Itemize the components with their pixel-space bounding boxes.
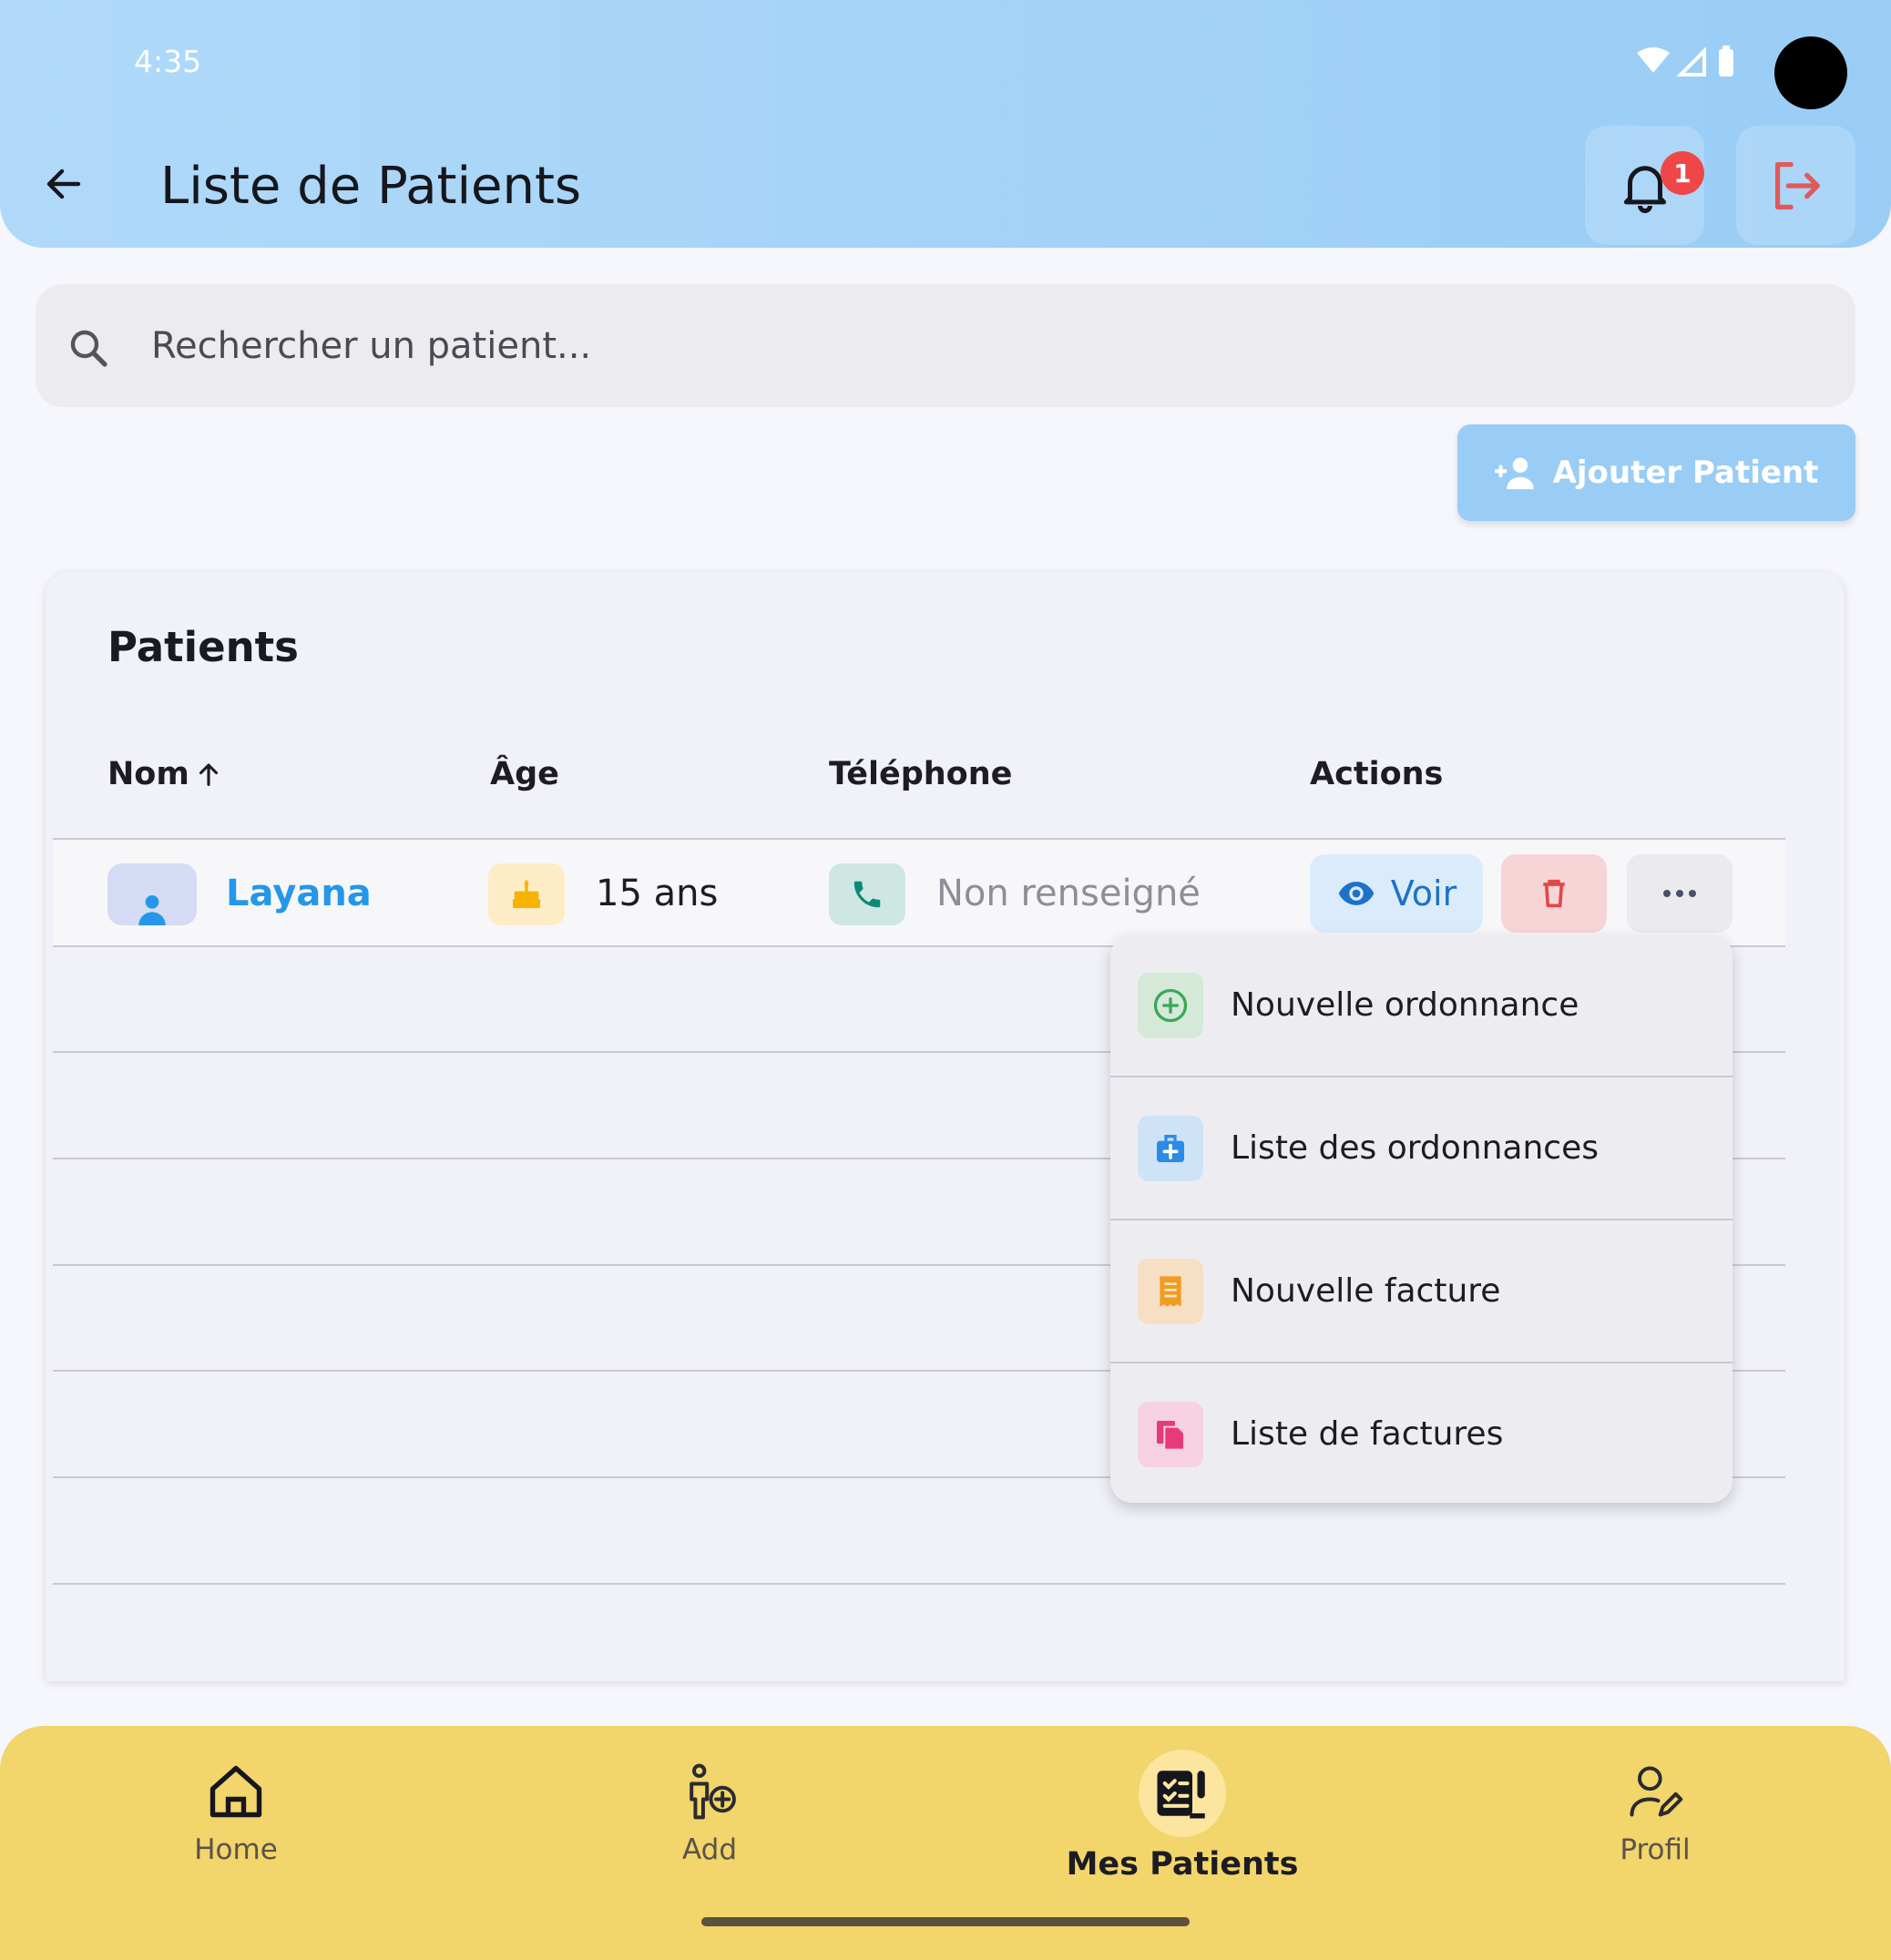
actions-popup-menu: Nouvelle ordonnance Liste des ordonnance… [1110,934,1733,1503]
column-header-name[interactable]: Nom [107,756,224,792]
nav-item-mes-patients[interactable]: Mes Patients [1046,1750,1319,1883]
phone-chip [829,863,905,925]
menu-item-new-prescription[interactable]: Nouvelle ordonnance [1110,934,1733,1076]
view-button-label: Voir [1390,873,1457,914]
menu-item-new-invoice[interactable]: Nouvelle facture [1110,1220,1733,1362]
search-bar [36,284,1855,407]
trash-icon [1543,879,1565,908]
add-person-icon [1494,457,1534,490]
search-icon [70,330,107,367]
receipt-icon [1138,1258,1203,1324]
nav-item-home[interactable]: Home [99,1755,373,1866]
person-icon [138,895,166,925]
patient-phone: Non renseigné [936,873,1201,914]
divider [53,1583,1785,1585]
cake-icon [513,879,540,908]
page-title: Liste de Patients [160,157,582,216]
avatar [107,863,197,925]
column-header-phone[interactable]: Téléphone [829,756,1012,792]
logout-icon [1774,161,1820,209]
age-chip [488,863,565,925]
camera-cutout [1774,36,1847,109]
back-button[interactable] [35,155,93,213]
column-header-age[interactable]: Âge [490,756,559,792]
patients-list-icon [1139,1750,1226,1837]
home-icon [199,1755,272,1828]
search-input[interactable] [151,311,1809,380]
table-row[interactable]: Layana 15 ans Non renseigné Voir [53,840,1785,945]
view-button[interactable]: Voir [1310,854,1483,933]
more-actions-button[interactable] [1627,854,1733,933]
profile-edit-icon [1619,1755,1692,1828]
add-circle-icon [1138,972,1203,1038]
patient-name-link[interactable]: Layana [226,873,372,914]
card-title: Patients [107,623,299,671]
add-patient-label: Ajouter Patient [1552,454,1819,491]
medical-kit-icon [1138,1115,1203,1181]
add-person-icon [673,1755,746,1828]
arrow-left-icon [46,168,81,199]
status-time: 4:35 [134,44,202,79]
app-bar: 4:35 Liste de Patients 1 [0,0,1891,248]
logout-button[interactable] [1736,126,1855,245]
column-header-actions: Actions [1310,756,1444,792]
sort-ascending-icon [199,763,218,786]
phone-icon [854,881,881,908]
nav-item-add[interactable]: Add [573,1755,846,1866]
patient-age: 15 ans [596,873,719,914]
documents-icon [1138,1401,1203,1467]
home-indicator [701,1917,1190,1926]
delete-button[interactable] [1501,854,1607,933]
status-icons [1635,46,1744,80]
menu-item-prescription-list[interactable]: Liste des ordonnances [1110,1077,1733,1219]
notification-badge: 1 [1661,151,1704,195]
menu-item-invoice-list[interactable]: Liste de factures [1110,1363,1733,1503]
nav-item-profil[interactable]: Profil [1518,1755,1792,1866]
eye-icon [1338,882,1374,905]
more-horizontal-icon [1663,890,1696,897]
add-patient-button[interactable]: Ajouter Patient [1457,424,1855,521]
